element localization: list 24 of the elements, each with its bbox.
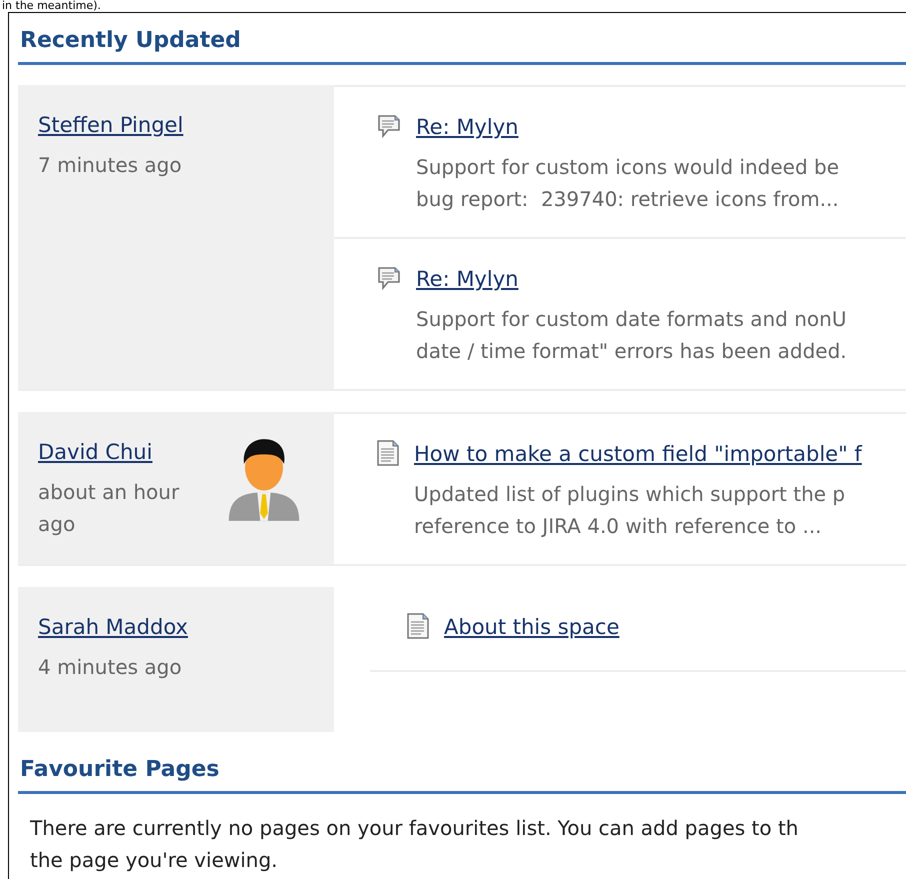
excerpt-text: Support for custom icons would indeed be — [416, 154, 839, 181]
author-link[interactable]: David Chui — [38, 436, 203, 468]
empty-message: There are currently no pages on your favourites list. You can add pages to th the page you're viewing. — [29, 815, 800, 874]
section-heading: Favourite Pages — [18, 756, 906, 794]
time-text: about an hour ago — [38, 479, 180, 538]
cut-off-text: in the meantime). — [1, 0, 102, 12]
excerpt-text: date / time format" errors has been added. — [416, 338, 847, 365]
time-text: 7 minutes ago — [38, 152, 183, 179]
excerpt-text: reference to JIRA 4.0 with reference to ... — [414, 513, 823, 540]
page-icon — [376, 439, 400, 467]
page-link[interactable]: How to make a custom field "importable" f — [414, 438, 862, 470]
page-icon — [406, 612, 430, 640]
excerpt-text: bug report: 239740: retrieve icons from... — [416, 186, 839, 213]
excerpt-text: Updated list of plugins which support the p — [414, 481, 846, 508]
author-link[interactable]: Sarah Maddox — [38, 611, 203, 643]
page-link[interactable]: Re: Mylyn — [416, 263, 847, 295]
time-text: 4 minutes ago — [38, 654, 183, 681]
comment-icon — [376, 113, 402, 139]
page-link[interactable]: About this space — [444, 611, 620, 643]
page-link[interactable]: Re: Mylyn — [416, 111, 839, 143]
comment-icon — [376, 265, 402, 291]
section-heading: Recently Updated — [18, 27, 906, 65]
excerpt-text: Support for custom date formats and nonU — [416, 306, 847, 333]
author-link[interactable]: Steffen Pingel — [38, 109, 203, 141]
